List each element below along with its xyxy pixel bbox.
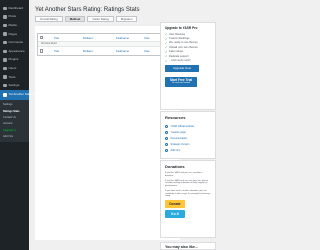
column-vote[interactable]: Vote xyxy=(144,36,150,40)
document-icon xyxy=(165,136,168,140)
wrench-icon xyxy=(3,75,7,79)
column-title[interactable]: Title xyxy=(54,49,59,53)
page-title: Yet Another Stars Rating: Ratings Stats xyxy=(35,7,140,13)
column-multiset[interactable]: Multiset xyxy=(83,49,93,53)
settings-icon xyxy=(3,83,7,88)
column-fieldname[interactable]: Fieldname xyxy=(116,36,129,40)
may-also-like-title: You may also like... xyxy=(165,245,198,249)
pin-icon xyxy=(3,15,7,19)
column-vote[interactable]: Vote xyxy=(144,49,150,53)
donations-box: Donations If you like YASR and you can, … xyxy=(160,160,216,238)
resources-title: Resources xyxy=(165,115,186,120)
resource-link[interactable]: Add Ons xyxy=(165,147,211,153)
column-fieldname[interactable]: Fieldname xyxy=(116,49,129,53)
plugin-icon xyxy=(3,58,7,62)
admin-sidebar: Dashboard Posts Media Pages Comments Appearan… xyxy=(0,0,41,250)
upgrade-panel: Upgrade to YASR Pro ✓ User Reviews ✓ Custom… xyxy=(160,22,216,110)
youtube-icon xyxy=(165,130,168,134)
feature-item: ✓ ...And much more!! xyxy=(165,58,191,63)
media-icon xyxy=(3,23,7,28)
sidebar-item-pages[interactable]: Pages xyxy=(0,30,29,39)
resource-links: YASR official website Youtube page Documen… xyxy=(165,123,211,153)
sidebar-item-users[interactable]: Users xyxy=(0,64,29,73)
ratings-table: Title Multiset Fieldname Vote User ID No… xyxy=(37,33,177,56)
sidebar-item-media[interactable]: Media xyxy=(0,21,29,30)
donations-title: Donations xyxy=(165,164,185,169)
tab-migration[interactable]: Migration xyxy=(115,16,138,22)
users-icon xyxy=(3,66,7,71)
column-multiset[interactable]: Multiset xyxy=(83,36,93,40)
main-content: Yet Another Stars Rating: Ratings Stats … xyxy=(29,0,250,250)
stats-tabs: Overall Rating Multiset Visitor Rating M… xyxy=(35,16,138,22)
tab-visitor-rating[interactable]: Visitor Rating xyxy=(87,16,114,22)
sidebar-item-comments[interactable]: Comments xyxy=(0,38,29,47)
tab-multiset[interactable]: Multiset xyxy=(64,16,86,22)
trial-sub: No credit card needed xyxy=(172,81,190,84)
comment-icon xyxy=(3,40,7,45)
brush-icon xyxy=(3,49,7,54)
sidebar-item-appearance[interactable]: Appearance xyxy=(0,47,29,56)
sidebar-item-yasr[interactable]: Yet Another Stars Rating xyxy=(0,89,41,100)
column-title[interactable]: Title xyxy=(54,36,59,40)
donation-text: If you like YASR and use it on your site… xyxy=(165,179,209,187)
donation-text: If you like YASR and you can, consider a… xyxy=(165,172,203,177)
resources-box: Resources YASR official website Youtube p… xyxy=(160,111,216,159)
upgrade-title: Upgrade to YASR Pro xyxy=(165,26,198,30)
upgrade-now-button[interactable]: Upgrade Now xyxy=(165,64,199,72)
info-icon xyxy=(165,142,168,146)
sidebar-item-dashboard[interactable]: Dashboard xyxy=(0,4,29,13)
feature-list: ✓ User Reviews ✓ Custom Rankings ✓ 20+ ready … xyxy=(165,32,211,63)
select-all-checkbox[interactable] xyxy=(40,35,44,40)
plus-icon xyxy=(165,148,168,152)
dashboard-icon xyxy=(3,6,7,11)
wordpress-admin: Dashboard Posts Media Pages Comments Appearan… xyxy=(0,0,250,250)
sidebar-item-settings[interactable]: Settings xyxy=(0,81,29,90)
select-all-checkbox-footer[interactable] xyxy=(40,49,44,53)
table-footer: Title Multiset Fieldname Vote User ID xyxy=(38,47,177,55)
free-trial-button[interactable]: Start Free Trial No credit card needed xyxy=(165,76,197,87)
may-also-like-box: You may also like... xyxy=(160,242,216,250)
table-header: Title Multiset Fieldname Vote User ID xyxy=(38,34,177,42)
donation-text: If you don't want to make a donation, yo… xyxy=(165,190,211,198)
empty-message: No items found. xyxy=(41,43,58,45)
tab-overall-rating[interactable]: Overall Rating xyxy=(35,16,63,22)
donate-button[interactable]: Donate xyxy=(165,200,185,209)
admin-menu: Dashboard Posts Media Pages Comments Appearan… xyxy=(0,4,29,90)
page-icon xyxy=(3,32,7,36)
sidebar-item-posts[interactable]: Posts xyxy=(0,13,29,22)
submenu-item-add-ons[interactable]: Add Ons xyxy=(0,133,29,139)
stats-panel: Title Multiset Fieldname Vote User ID No… xyxy=(35,26,180,240)
sidebar-item-plugins[interactable]: Plugins xyxy=(0,56,29,65)
globe-icon xyxy=(165,124,168,128)
yasr-submenu: Settings Ratings Stats Contact Us Account Up… xyxy=(0,99,29,142)
kofi-button[interactable]: Ko-fi xyxy=(165,210,185,219)
sidebar-item-tools[interactable]: Tools xyxy=(0,73,29,82)
star-icon xyxy=(3,93,7,97)
